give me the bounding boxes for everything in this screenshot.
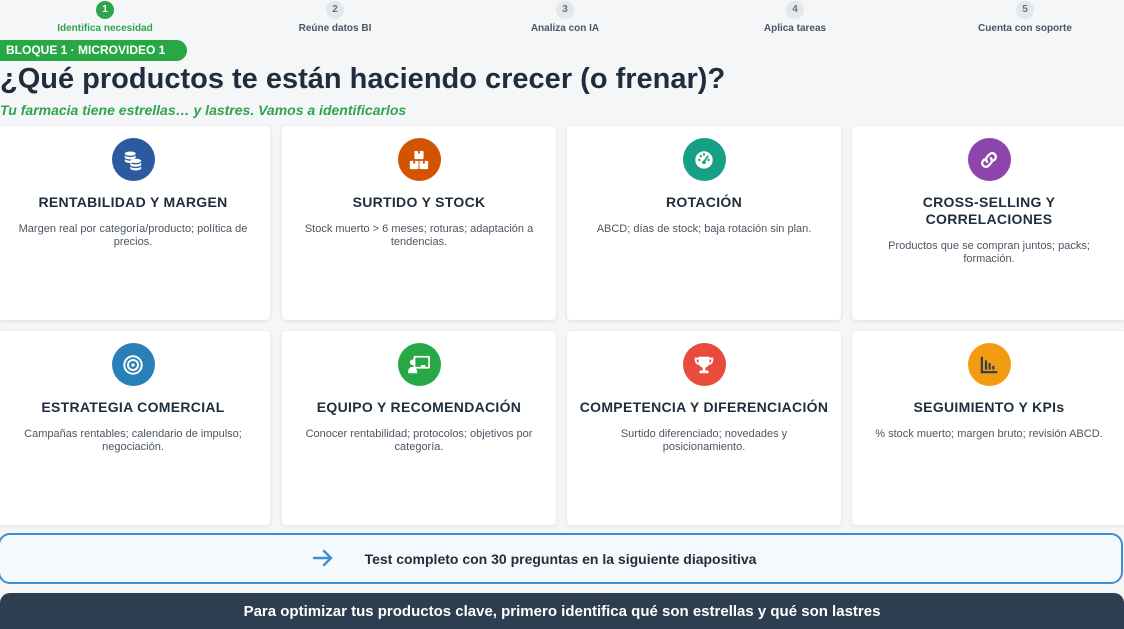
trophy-icon	[682, 343, 726, 386]
arrow-right-icon	[312, 548, 334, 573]
page-title: ¿Qué productos te están haciendo crecer …	[0, 63, 726, 95]
card-title: CROSS-SELLING Y CORRELACIONES	[922, 194, 1056, 227]
step-label: Cuenta con soporte	[978, 23, 1072, 34]
step-number: 2	[326, 1, 344, 19]
card-title: RENTABILIDAD Y MARGEN	[38, 194, 228, 210]
block-badge: BLOQUE 1 · MICROVIDEO 1	[0, 40, 188, 61]
card-title: ROTACIÓN	[665, 194, 743, 210]
card-description: % stock muerto; margen bruto; revisión A…	[875, 428, 1103, 440]
step-label: Identifica necesidad	[57, 23, 153, 34]
gauge-icon	[682, 138, 726, 181]
card-title: ESTRATEGIA COMERCIAL	[41, 399, 225, 415]
presentation-icon	[397, 343, 441, 386]
step-number: 4	[786, 1, 804, 19]
card-description: Campañas rentables; calendario de impuls…	[24, 428, 242, 453]
card-estrategia[interactable]: ESTRATEGIA COMERCIAL Campañas rentables;…	[0, 331, 270, 525]
card-description: Conocer rentabilidad; protocolos; objeti…	[305, 428, 533, 453]
page-subtitle: Tu farmacia tiene estrellas… y lastres. …	[0, 102, 407, 118]
card-description: Productos que se compran juntos; packs; …	[888, 240, 1090, 265]
step-5[interactable]: 5 Cuenta con soporte	[945, 1, 1105, 34]
card-rotacion[interactable]: ROTACIÓN ABCD; días de stock; baja rotac…	[567, 126, 841, 320]
step-number: 5	[1016, 1, 1034, 19]
coins-icon	[111, 138, 155, 181]
card-description: Stock muerto > 6 meses; roturas; adaptac…	[304, 223, 534, 248]
chart-icon	[967, 343, 1011, 386]
step-label: Reúne datos BI	[298, 23, 372, 34]
card-description: ABCD; días de stock; baja rotación sin p…	[596, 223, 812, 235]
card-title: COMPETENCIA Y DIFERENCIACIÓN	[579, 399, 829, 415]
link-icon	[967, 138, 1011, 181]
card-description: Margen real por categoría/producto; polí…	[18, 223, 248, 248]
step-label: Aplica tareas	[763, 23, 827, 34]
step-label: Analiza con IA	[530, 23, 600, 34]
card-description: Surtido diferenciado; novedades y posici…	[620, 428, 788, 453]
step-3[interactable]: 3 Analiza con IA	[485, 1, 645, 34]
boxes-icon	[397, 138, 441, 181]
card-competencia[interactable]: COMPETENCIA Y DIFERENCIACIÓN Surtido dif…	[567, 331, 841, 525]
progress-stepper: 1 Identifica necesidad 2 Reúne datos BI …	[0, 0, 1124, 38]
card-title: SURTIDO Y STOCK	[352, 194, 486, 210]
step-number: 3	[556, 1, 574, 19]
card-equipo[interactable]: EQUIPO Y RECOMENDACIÓN Conocer rentabili…	[282, 331, 556, 525]
step-number: 1	[96, 1, 114, 19]
card-title: SEGUIMIENTO Y KPIs	[913, 399, 1065, 415]
card-seguimiento[interactable]: SEGUIMIENTO Y KPIs % stock muerto; marge…	[852, 331, 1124, 525]
target-icon	[111, 343, 155, 386]
card-rentabilidad[interactable]: RENTABILIDAD Y MARGEN Margen real por ca…	[0, 126, 270, 320]
card-title: EQUIPO Y RECOMENDACIÓN	[316, 399, 522, 415]
card-surtido[interactable]: SURTIDO Y STOCK Stock muerto > 6 meses; …	[282, 126, 556, 320]
next-slide-callout[interactable]: Test completo con 30 preguntas en la sig…	[0, 533, 1123, 584]
footer-banner: Para optimizar tus productos clave, prim…	[0, 593, 1124, 629]
card-cross-selling[interactable]: CROSS-SELLING Y CORRELACIONES Productos …	[852, 126, 1124, 320]
callout-text: Test completo con 30 preguntas en la sig…	[364, 550, 757, 567]
step-1[interactable]: 1 Identifica necesidad	[25, 1, 185, 34]
step-2[interactable]: 2 Reúne datos BI	[255, 1, 415, 34]
step-4[interactable]: 4 Aplica tareas	[715, 1, 875, 34]
